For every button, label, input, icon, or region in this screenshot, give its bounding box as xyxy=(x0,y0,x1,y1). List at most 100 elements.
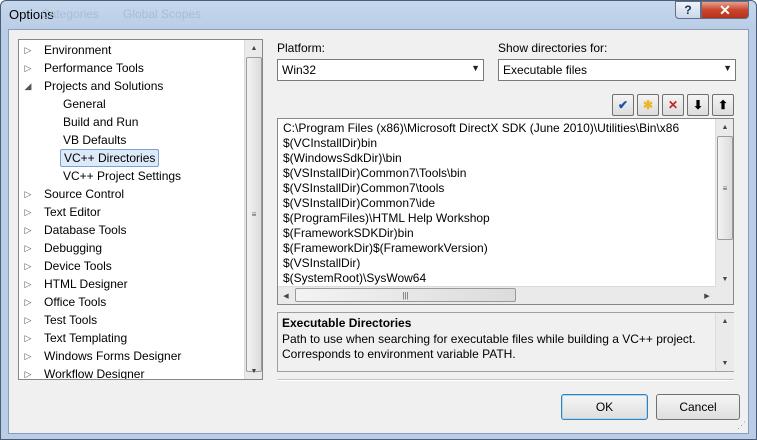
directory-entry[interactable]: $(ProgramFiles)\HTML Help Workshop xyxy=(283,211,490,226)
move-down-button[interactable]: ⬇ xyxy=(687,94,709,116)
platform-select[interactable]: Win32 ▼ xyxy=(277,59,484,81)
options-dialog: Options Categories Global Scopes ? ✕ ▷ En… xyxy=(0,0,757,440)
collapsed-arrow-icon[interactable]: ▷ xyxy=(23,185,33,203)
scroll-down-icon[interactable]: ▼ xyxy=(716,355,734,371)
scroll-up-icon[interactable]: ▲ xyxy=(716,119,733,135)
cancel-button[interactable]: Cancel xyxy=(656,394,740,420)
resize-grip-icon[interactable]: ⋰ xyxy=(737,420,746,431)
check-button[interactable]: ✔ xyxy=(612,94,634,116)
tree-item[interactable]: ▷ Text Templating xyxy=(19,329,243,347)
directory-horizontal-scrollbar[interactable]: ◀ ||| ▶ xyxy=(278,286,715,304)
directory-entry[interactable]: $(VSInstallDir)Common7\ide xyxy=(283,196,435,211)
scroll-right-icon[interactable]: ▶ xyxy=(699,287,715,304)
tree-item[interactable]: ▷ Workflow Designer xyxy=(19,365,243,380)
tree-item[interactable]: ▷ Source Control xyxy=(19,185,243,203)
collapsed-arrow-icon[interactable]: ▷ xyxy=(23,59,33,77)
directory-entry[interactable]: $(FrameworkDir)$(FrameworkVersion) xyxy=(283,241,488,256)
tree-item[interactable]: VB Defaults xyxy=(19,131,243,149)
scroll-up-icon[interactable]: ▲ xyxy=(716,313,734,329)
tree-scrollbar[interactable]: ▲ ≡ ▼ xyxy=(244,40,262,379)
tree-item[interactable]: ▷ Performance Tools xyxy=(19,59,243,77)
delete-icon: ✕ xyxy=(667,98,679,112)
tree-item[interactable]: ▷ Debugging xyxy=(19,239,243,257)
collapsed-arrow-icon[interactable]: ▷ xyxy=(23,203,33,221)
tree-item[interactable]: ▷ Environment xyxy=(19,41,243,59)
show-directories-value: Executable files xyxy=(503,63,588,77)
tree-item[interactable]: General xyxy=(19,95,243,113)
collapsed-arrow-icon[interactable]: ▷ xyxy=(23,275,33,293)
expanded-arrow-icon[interactable]: ◢ xyxy=(23,77,33,95)
tree-item[interactable]: ▷ Windows Forms Designer xyxy=(19,347,243,365)
tree-item-label: Office Tools xyxy=(44,295,107,309)
tree-item-label: Debugging xyxy=(44,241,103,255)
directory-entry[interactable]: $(WindowsSdkDir)\bin xyxy=(283,151,402,166)
collapsed-arrow-icon[interactable]: ▷ xyxy=(23,257,33,275)
description-scrollbar[interactable]: ▲ ▼ xyxy=(715,313,734,371)
new-folder-icon: ✱ xyxy=(642,98,654,112)
tree-item[interactable]: Build and Run xyxy=(19,113,243,131)
options-tree[interactable]: ▷ Environment ▷ Performance Tools ◢ Projects … xyxy=(18,39,263,380)
collapsed-arrow-icon[interactable]: ▷ xyxy=(23,347,33,365)
delete-button[interactable]: ✕ xyxy=(662,94,684,116)
tree-item-label: Build and Run xyxy=(63,115,139,129)
show-directories-label: Show directories for: xyxy=(498,41,608,55)
directory-entry[interactable]: $(VCInstallDir)bin xyxy=(283,136,377,151)
tree-item-label: Text Editor xyxy=(44,205,101,219)
collapsed-arrow-icon[interactable]: ▷ xyxy=(23,221,33,239)
directory-hscroll-thumb[interactable]: ||| xyxy=(295,288,516,302)
collapsed-arrow-icon[interactable]: ▷ xyxy=(23,365,33,379)
scroll-down-icon[interactable]: ▼ xyxy=(245,363,262,379)
title-bar[interactable]: Options Categories Global Scopes ? ✕ xyxy=(1,1,756,29)
tree-item-label: Workflow Designer xyxy=(44,367,145,380)
tree-item[interactable]: VC++ Project Settings xyxy=(19,167,243,185)
tree-item-label: Environment xyxy=(44,43,112,57)
tree-item-label: Text Templating xyxy=(44,331,128,345)
close-button[interactable]: ✕ xyxy=(701,1,749,19)
collapsed-arrow-icon[interactable]: ▷ xyxy=(23,239,33,257)
collapsed-arrow-icon[interactable]: ▷ xyxy=(23,293,33,311)
directory-entry[interactable]: C:\Program Files (x86)\Microsoft DirectX… xyxy=(283,121,679,136)
ok-button[interactable]: OK xyxy=(561,394,648,420)
new-line-button[interactable]: ✱ xyxy=(637,94,659,116)
directory-vscroll-thumb[interactable]: ≡ xyxy=(717,136,733,240)
directory-entry[interactable]: $(VSInstallDir) xyxy=(283,256,360,271)
tree-item-label: VB Defaults xyxy=(63,133,127,147)
tree-item-label: Windows Forms Designer xyxy=(44,349,182,363)
description-panel: Executable Directories Path to use when … xyxy=(277,312,734,372)
directory-entry[interactable]: $(VSInstallDir)Common7\Tools\bin xyxy=(283,166,466,181)
tree-item[interactable]: VC++ Directories xyxy=(19,149,243,167)
tree-item[interactable]: ▷ Office Tools xyxy=(19,293,243,311)
tree-item[interactable]: ▷ Database Tools xyxy=(19,221,243,239)
collapsed-arrow-icon[interactable]: ▷ xyxy=(23,311,33,329)
arrow-down-icon: ⬇ xyxy=(692,98,704,112)
collapsed-arrow-icon[interactable]: ▷ xyxy=(23,41,33,59)
directory-entry[interactable]: $(FrameworkSDKDir)bin xyxy=(283,226,414,241)
scroll-up-icon[interactable]: ▲ xyxy=(245,40,262,56)
tree-item[interactable]: ▷ Text Editor xyxy=(19,203,243,221)
tree-item[interactable]: ▷ HTML Designer xyxy=(19,275,243,293)
show-directories-select[interactable]: Executable files ▼ xyxy=(498,59,736,81)
tree-item[interactable]: ▷ Test Tools xyxy=(19,311,243,329)
collapsed-arrow-icon[interactable]: ▷ xyxy=(23,329,33,347)
background-window-text: Global Scopes xyxy=(123,7,202,21)
ok-label: OK xyxy=(595,400,614,414)
cancel-label: Cancel xyxy=(679,400,717,414)
directory-list[interactable]: C:\Program Files (x86)\Microsoft DirectX… xyxy=(277,118,734,305)
scroll-left-icon[interactable]: ◀ xyxy=(278,287,294,304)
tree-item[interactable]: ◢ Projects and Solutions xyxy=(19,77,243,95)
tree-item-label: Test Tools xyxy=(44,313,98,327)
tree-scroll-thumb[interactable]: ≡ xyxy=(246,57,262,372)
directory-entry[interactable]: $(VSInstallDir)Common7\tools xyxy=(283,181,444,196)
move-up-button[interactable]: ⬆ xyxy=(712,94,734,116)
check-icon: ✔ xyxy=(617,98,629,112)
directory-entry[interactable]: $(SystemRoot)\SysWow64 xyxy=(283,271,426,286)
arrow-up-icon: ⬆ xyxy=(717,98,729,112)
tree-item[interactable]: ▷ Device Tools xyxy=(19,257,243,275)
scroll-corner xyxy=(715,287,733,304)
tree-item-label: Projects and Solutions xyxy=(44,79,164,93)
tree-item-label: VC++ Project Settings xyxy=(63,169,182,183)
directory-vertical-scrollbar[interactable]: ▲ ≡ ▼ xyxy=(715,119,733,287)
scroll-down-icon[interactable]: ▼ xyxy=(716,271,733,287)
close-icon: ✕ xyxy=(719,1,731,18)
help-button[interactable]: ? xyxy=(675,1,701,19)
